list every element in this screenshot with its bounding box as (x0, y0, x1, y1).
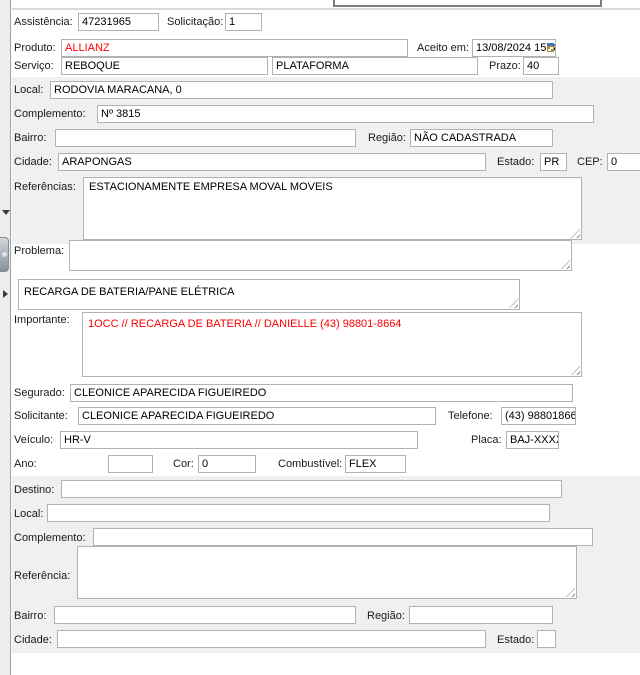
prazo-input[interactable]: 40 (523, 57, 559, 75)
destino-bairro-input[interactable] (54, 606, 356, 624)
aceito-em-label: Aceito em: (417, 42, 469, 54)
local-label: Local: (14, 84, 43, 96)
solicitante-input[interactable]: CLEONICE APARECIDA FIGUEIREDO (78, 407, 436, 425)
drag-dot-icon (2, 252, 7, 257)
ano-label: Ano: (14, 458, 37, 470)
regiao-input[interactable]: NÃO CADASTRADA (410, 129, 553, 147)
problema-label: Problema: (14, 245, 64, 257)
assistencia-input[interactable]: 47231965 (78, 13, 159, 31)
veiculo-input[interactable]: HR-V (60, 431, 418, 449)
problema-descricao-textarea[interactable]: RECARGA DE BATERIA/PANE ELÉTRICA (18, 279, 520, 310)
placa-label: Placa: (471, 434, 502, 446)
destino-regiao-label: Região: (367, 610, 405, 622)
problema-textarea[interactable] (69, 240, 572, 271)
combustivel-input[interactable]: FLEX (345, 455, 406, 473)
destino-referencia-label: Referência: (14, 570, 70, 582)
cidade-label: Cidade: (14, 156, 52, 168)
combustivel-label: Combustível: (278, 458, 342, 470)
referencias-label: Referências: (14, 181, 76, 193)
gutter-inner-line (11, 0, 12, 675)
complemento-input[interactable]: Nº 3815 (97, 105, 594, 123)
assistencia-label: Assistência: (14, 16, 73, 28)
splitter-handle[interactable] (0, 237, 9, 272)
calendar-icon[interactable] (547, 43, 554, 52)
servico-input[interactable]: REBOQUE (61, 57, 268, 75)
cep-input[interactable]: 0 (607, 153, 640, 171)
destino-complemento-input[interactable] (93, 528, 593, 546)
vertical-splitter[interactable] (0, 0, 11, 675)
destino-local-label: Local: (14, 508, 43, 520)
top-partial-input[interactable] (333, 0, 602, 7)
cor-input[interactable]: 0 (198, 455, 256, 473)
solicitacao-label: Solicitação: (167, 16, 223, 28)
top-divider (0, 8, 640, 10)
prazo-label: Prazo: (489, 60, 521, 72)
segurado-input[interactable]: CLEONICE APARECIDA FIGUEIREDO (70, 384, 573, 402)
destino-estado-label: Estado: (497, 634, 534, 646)
segurado-label: Segurado: (14, 387, 65, 399)
bairro-label: Bairro: (14, 132, 46, 144)
destino-cidade-label: Cidade: (14, 634, 52, 646)
solicitante-label: Solicitante: (14, 410, 68, 422)
servico-label: Serviço: (14, 60, 54, 72)
assistance-form: Assistência: 47231965 Solicitação: 1 Pro… (0, 0, 640, 675)
bairro-input[interactable] (55, 129, 356, 147)
destino-label: Destino: (14, 484, 54, 496)
estado-input[interactable]: PR (540, 153, 567, 171)
referencias-textarea[interactable]: ESTACIONAMENTE EMPRESA MOVAL MOVEIS (83, 177, 582, 240)
destino-cidade-input[interactable] (57, 630, 486, 648)
ano-input[interactable] (108, 455, 153, 473)
complemento-label: Complemento: (14, 108, 86, 120)
destino-complemento-label: Complemento: (14, 532, 86, 544)
cor-label: Cor: (173, 458, 194, 470)
produto-input[interactable]: ALLIANZ (61, 39, 408, 57)
telefone-label: Telefone: (448, 410, 493, 422)
estado-label: Estado: (497, 156, 534, 168)
importante-textarea[interactable]: 1OCC // RECARGA DE BATERIA // DANIELLE (… (82, 312, 582, 377)
collapse-right-icon[interactable] (3, 290, 8, 298)
destino-regiao-input[interactable] (409, 606, 553, 624)
destino-input[interactable] (61, 480, 562, 498)
cidade-input[interactable]: ARAPONGAS (58, 153, 486, 171)
placa-input[interactable]: BAJ-XXXX (506, 431, 559, 449)
regiao-label: Região: (368, 132, 406, 144)
destino-estado-input[interactable] (537, 630, 556, 648)
destino-local-input[interactable] (47, 504, 550, 522)
servico-tipo-input[interactable]: PLATAFORMA (272, 57, 478, 75)
importante-label: Importante: (14, 314, 70, 326)
telefone-input[interactable]: (43) 988018664 (501, 407, 576, 425)
destino-bairro-label: Bairro: (14, 610, 46, 622)
destino-referencia-textarea[interactable] (77, 546, 577, 599)
veiculo-label: Veículo: (14, 434, 53, 446)
cep-label: CEP: (577, 156, 603, 168)
aceito-em-input[interactable]: 13/08/2024 15:37 (476, 42, 556, 54)
collapse-down-icon[interactable] (2, 210, 10, 215)
produto-label: Produto: (14, 42, 56, 54)
local-input[interactable]: RODOVIA MARACANA, 0 (50, 81, 553, 99)
solicitacao-input[interactable]: 1 (225, 13, 262, 31)
